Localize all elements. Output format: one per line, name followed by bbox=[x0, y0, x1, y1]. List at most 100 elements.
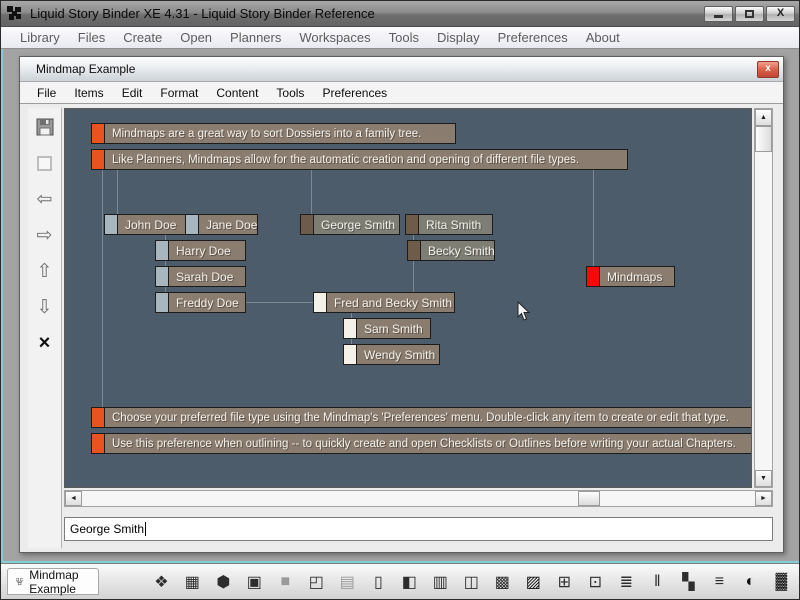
orange-tag bbox=[92, 434, 105, 453]
application-window: Liquid Story Binder XE 4.31 - Liquid Sto… bbox=[0, 0, 800, 600]
mindmap-node[interactable]: John Doe bbox=[104, 214, 190, 235]
save-icon[interactable]: ▣ bbox=[244, 572, 264, 592]
item-label-field[interactable]: George Smith bbox=[64, 517, 773, 541]
mindmap-window-titlebar[interactable]: Mindmap Example x bbox=[20, 57, 783, 82]
delete-button[interactable]: × bbox=[32, 330, 58, 356]
stack-icon[interactable]: ≡ bbox=[709, 573, 729, 591]
mosaic-icon[interactable]: ▓ bbox=[771, 573, 791, 591]
mindmap-node[interactable]: Harry Doe bbox=[155, 240, 246, 261]
banner-text: Use this preference when outlining -- to… bbox=[105, 434, 752, 453]
mindmap-node[interactable]: Jane Doe bbox=[185, 214, 258, 235]
menu-planners[interactable]: Planners bbox=[221, 28, 290, 47]
blue-tag bbox=[156, 267, 169, 286]
mindmap-menu-items[interactable]: Items bbox=[65, 84, 112, 102]
mindmap-node[interactable]: Sam Smith bbox=[343, 318, 431, 339]
mindmap-close-button[interactable]: x bbox=[757, 61, 779, 78]
mindmap-node[interactable]: George Smith bbox=[300, 214, 400, 235]
white-tag bbox=[344, 345, 357, 364]
vertical-scroll-thumb[interactable] bbox=[755, 126, 772, 152]
orange-tag bbox=[92, 150, 105, 169]
node-label: Mindmaps bbox=[600, 267, 674, 286]
mindmap-node[interactable]: Rita Smith bbox=[405, 214, 493, 235]
save-button[interactable] bbox=[32, 114, 58, 140]
move-down-button[interactable]: ⇩ bbox=[32, 294, 58, 320]
menu-display[interactable]: Display bbox=[428, 28, 489, 47]
mindmap-node[interactable]: Wendy Smith bbox=[343, 344, 440, 365]
move-up-button[interactable]: ⇧ bbox=[32, 258, 58, 284]
mindmap-node[interactable]: Becky Smith bbox=[407, 240, 495, 261]
mindmap-node[interactable]: Mindmaps bbox=[586, 266, 675, 287]
table-icon[interactable]: ▦ bbox=[182, 572, 202, 592]
mindmap-menu-tools[interactable]: Tools bbox=[267, 84, 313, 102]
mindmap-window: Mindmap Example x FileItemsEditFormatCon… bbox=[19, 56, 784, 553]
mindmap-body: ⇦ ⇨ ⇧ ⇩ × Mindmaps are a great way to sort D… bbox=[20, 104, 783, 552]
mindmap-node[interactable]: Sarah Doe bbox=[155, 266, 246, 287]
menu-files[interactable]: Files bbox=[69, 28, 114, 47]
move-right-button[interactable]: ⇨ bbox=[32, 222, 58, 248]
mindmap-canvas[interactable]: Mindmaps are a great way to sort Dossier… bbox=[64, 108, 752, 488]
brown-tag bbox=[408, 241, 421, 260]
spreadsheet-icon[interactable]: ◧ bbox=[399, 572, 419, 592]
mindmap-node[interactable]: Fred and Becky Smith bbox=[313, 292, 455, 313]
move-right-icon: ⇨ bbox=[37, 224, 53, 247]
close-button[interactable]: X bbox=[766, 6, 795, 22]
node-label: Fred and Becky Smith bbox=[327, 293, 454, 312]
dossier-icon[interactable]: ⬢ bbox=[213, 572, 233, 592]
stop-icon[interactable]: ■ bbox=[275, 573, 295, 591]
mindmap-menu-preferences[interactable]: Preferences bbox=[313, 84, 396, 102]
mindmap-icon[interactable]: ⊡ bbox=[585, 572, 605, 592]
move-up-icon: ⇧ bbox=[37, 260, 53, 283]
delete-icon: × bbox=[39, 332, 51, 355]
menu-workspaces[interactable]: Workspaces bbox=[290, 28, 379, 47]
horizontal-scroll-thumb[interactable] bbox=[578, 491, 600, 506]
calendar-icon[interactable]: ⊞ bbox=[554, 572, 574, 592]
window-title: Liquid Story Binder XE 4.31 - Liquid Sto… bbox=[30, 6, 704, 21]
scroll-down-button[interactable]: ▼ bbox=[755, 470, 772, 487]
tiles-icon[interactable]: ▚ bbox=[678, 572, 698, 592]
banner-item[interactable]: Choose your preferred file type using th… bbox=[91, 407, 752, 428]
horizontal-scrollbar[interactable]: ◄ ► bbox=[64, 490, 773, 507]
binder-icon[interactable]: ❖ bbox=[151, 572, 171, 592]
split-view-icon[interactable]: ◫ bbox=[461, 572, 481, 592]
banner-item[interactable]: Like Planners, Mindmaps allow for the au… bbox=[91, 149, 628, 170]
new-item-button[interactable] bbox=[32, 150, 58, 176]
mindmap-tab-icon bbox=[16, 576, 23, 588]
image-icon[interactable]: ▨ bbox=[523, 572, 543, 592]
new-page-icon[interactable]: ▯ bbox=[368, 572, 388, 592]
menu-library[interactable]: Library bbox=[11, 28, 69, 47]
shapes-icon[interactable]: ◰ bbox=[306, 572, 326, 592]
move-down-icon: ⇩ bbox=[37, 296, 53, 319]
mindmap-menu-content[interactable]: Content bbox=[207, 84, 267, 102]
list-icon[interactable]: ▥ bbox=[430, 572, 450, 592]
blue-tag bbox=[105, 215, 118, 234]
pattern-icon[interactable]: ▩ bbox=[492, 572, 512, 592]
mindmap-menu-edit[interactable]: Edit bbox=[113, 84, 152, 102]
columns-icon[interactable]: ‖ bbox=[647, 573, 667, 591]
red-tag bbox=[587, 267, 600, 286]
minimize-button[interactable] bbox=[704, 6, 733, 22]
vertical-scrollbar[interactable]: ▲ ▼ bbox=[754, 108, 773, 488]
notes-icon[interactable]: ▤ bbox=[337, 572, 357, 592]
banner-text: Like Planners, Mindmaps allow for the au… bbox=[105, 150, 627, 169]
menu-about[interactable]: About bbox=[577, 28, 629, 47]
maximize-button[interactable] bbox=[735, 6, 764, 22]
gallery-icon[interactable]: ◐ bbox=[740, 573, 760, 591]
scroll-right-button[interactable]: ► bbox=[755, 491, 772, 506]
tab-mindmap-example[interactable]: Mindmap Example bbox=[7, 568, 99, 595]
item-label-value: George Smith bbox=[70, 522, 144, 536]
mindmap-node[interactable]: Freddy Doe bbox=[155, 292, 246, 313]
mindmap-menu-file[interactable]: File bbox=[28, 84, 65, 102]
menu-create[interactable]: Create bbox=[114, 28, 171, 47]
move-left-button[interactable]: ⇦ bbox=[32, 186, 58, 212]
menu-open[interactable]: Open bbox=[171, 28, 221, 47]
banner-text: Choose your preferred file type using th… bbox=[105, 408, 752, 427]
outline-icon[interactable]: ≣ bbox=[616, 572, 636, 592]
banner-item[interactable]: Use this preference when outlining -- to… bbox=[91, 433, 752, 454]
menu-tools[interactable]: Tools bbox=[380, 28, 428, 47]
banner-item[interactable]: Mindmaps are a great way to sort Dossier… bbox=[91, 123, 456, 144]
scroll-up-button[interactable]: ▲ bbox=[755, 109, 772, 126]
menu-preferences[interactable]: Preferences bbox=[489, 28, 577, 47]
scroll-left-button[interactable]: ◄ bbox=[65, 491, 82, 506]
mindmap-menu-format[interactable]: Format bbox=[151, 84, 207, 102]
floppy-icon bbox=[36, 118, 54, 136]
